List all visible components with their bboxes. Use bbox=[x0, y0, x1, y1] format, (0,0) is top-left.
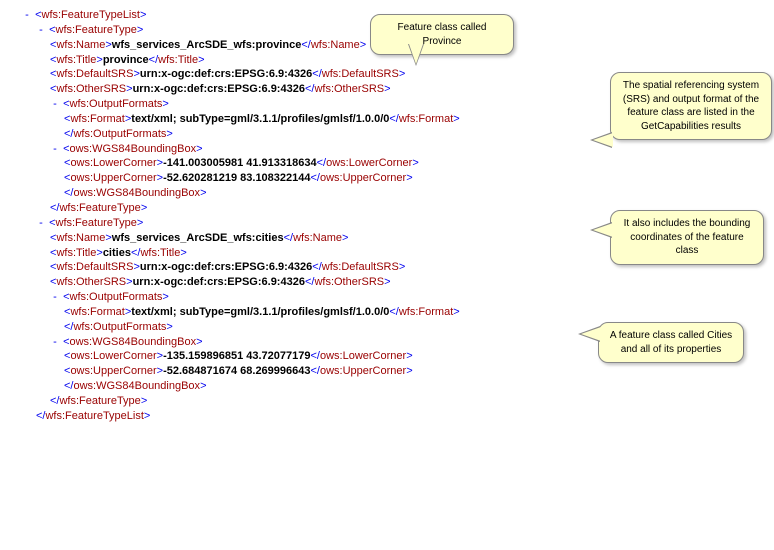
collapse-toggle[interactable]: - bbox=[36, 216, 46, 231]
upper-corner-value: -52.620281219 83.108322144 bbox=[163, 172, 310, 184]
callout-tail-icon bbox=[409, 44, 423, 64]
name-value: wfs_services_ArcSDE_wfs:province bbox=[112, 39, 302, 51]
format-element: <wfs:Format>text/xml; subType=gml/3.1.1/… bbox=[8, 305, 766, 320]
callout-cities: A feature class called Cities and all of… bbox=[598, 322, 744, 363]
other-srs-value: urn:x-ogc:def:crs:EPSG:6.9:4326 bbox=[133, 83, 305, 95]
collapse-toggle[interactable]: - bbox=[50, 290, 60, 305]
title-value: province bbox=[103, 54, 149, 66]
callout-tail-icon bbox=[581, 327, 601, 341]
callout-tail-icon bbox=[593, 133, 613, 147]
featuretypelist-close: </wfs:FeatureTypeList> bbox=[8, 409, 766, 424]
default-srs-value: urn:x-ogc:def:crs:EPSG:6.9:4326 bbox=[140, 68, 312, 80]
bbox-open: - <ows:WGS84BoundingBox> bbox=[8, 142, 766, 157]
bbox-close: </ows:WGS84BoundingBox> bbox=[8, 186, 766, 201]
lower-corner-value: -141.003005981 41.913318634 bbox=[163, 157, 317, 169]
upper-corner-value: -52.684871674 68.269996643 bbox=[163, 365, 310, 377]
collapse-toggle[interactable]: - bbox=[36, 23, 46, 38]
collapse-toggle[interactable]: - bbox=[50, 97, 60, 112]
collapse-toggle[interactable]: - bbox=[22, 8, 32, 23]
lower-corner-value: -135.159896851 43.72077179 bbox=[163, 350, 310, 362]
title-value: cities bbox=[103, 247, 131, 259]
other-srs-element: <wfs:OtherSRS>urn:x-ogc:def:crs:EPSG:6.9… bbox=[8, 275, 766, 290]
lower-corner-element: <ows:LowerCorner>-141.003005981 41.91331… bbox=[8, 156, 766, 171]
collapse-toggle[interactable]: - bbox=[50, 142, 60, 157]
format-value: text/xml; subType=gml/3.1.1/profiles/gml… bbox=[131, 113, 389, 125]
upper-corner-element: <ows:UpperCorner>-52.684871674 68.269996… bbox=[8, 364, 766, 379]
callout-srs: The spatial referencing system (SRS) and… bbox=[610, 72, 772, 140]
collapse-toggle[interactable]: - bbox=[50, 335, 60, 350]
bbox-close: </ows:WGS84BoundingBox> bbox=[8, 379, 766, 394]
callout-tail-icon bbox=[593, 223, 613, 237]
format-value: text/xml; subType=gml/3.1.1/profiles/gml… bbox=[131, 306, 389, 318]
output-formats-open: - <wfs:OutputFormats> bbox=[8, 290, 766, 305]
upper-corner-element: <ows:UpperCorner>-52.620281219 83.108322… bbox=[8, 171, 766, 186]
callout-bbox: It also includes the bounding coordinate… bbox=[610, 210, 764, 265]
callout-province: Feature class called Province bbox=[370, 14, 514, 55]
default-srs-value: urn:x-ogc:def:crs:EPSG:6.9:4326 bbox=[140, 261, 312, 273]
name-value: wfs_services_ArcSDE_wfs:cities bbox=[112, 232, 284, 244]
featuretype-close: </wfs:FeatureType> bbox=[8, 394, 766, 409]
other-srs-value: urn:x-ogc:def:crs:EPSG:6.9:4326 bbox=[133, 276, 305, 288]
